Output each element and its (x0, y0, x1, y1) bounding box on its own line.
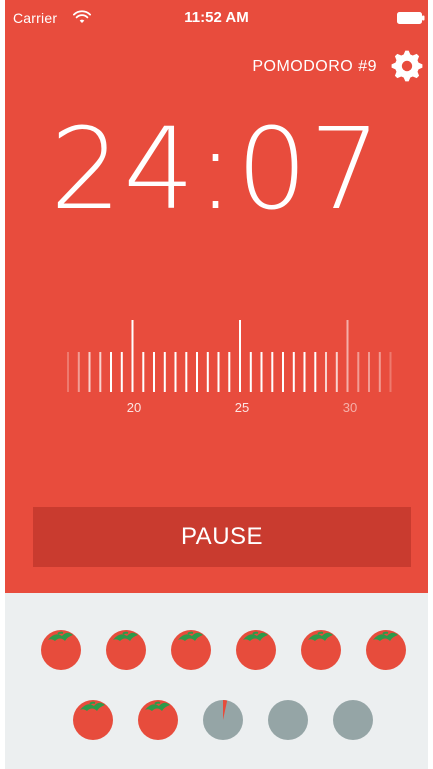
status-time: 11:52 AM (184, 9, 249, 26)
tomato-complete-icon (138, 700, 178, 740)
battery-icon (397, 12, 425, 24)
gear-hole (401, 60, 413, 72)
tomato-complete-icon (171, 630, 211, 670)
app-screen: Carrier 11:52 AM POMODORO #9 24:07 20 25 3… (0, 0, 433, 769)
tomato-complete-icon (366, 630, 406, 670)
ruler-label: 20 (127, 400, 141, 415)
tomato-complete-icon (301, 630, 341, 670)
ruler-label: 25 (235, 400, 249, 415)
ruler-label: 30 (343, 400, 357, 415)
tomato-pending-icon (268, 700, 308, 740)
countdown-timer: 24:07 (50, 105, 383, 235)
tomato-complete-icon (73, 700, 113, 740)
tomato-complete-icon (236, 630, 276, 670)
gear-icon[interactable] (390, 49, 424, 83)
tomato-in-progress-icon (203, 700, 243, 740)
tomato-complete-icon (106, 630, 146, 670)
pomodoro-session-label: POMODORO #9 (252, 58, 377, 75)
timer-panel (5, 0, 428, 593)
time-ruler[interactable]: 20 25 30 (0, 315, 433, 425)
tomato-pending-icon (333, 700, 373, 740)
pause-button[interactable]: PAUSE (33, 507, 411, 567)
pomodoro-history (5, 593, 428, 769)
tomato-complete-icon (41, 630, 81, 670)
